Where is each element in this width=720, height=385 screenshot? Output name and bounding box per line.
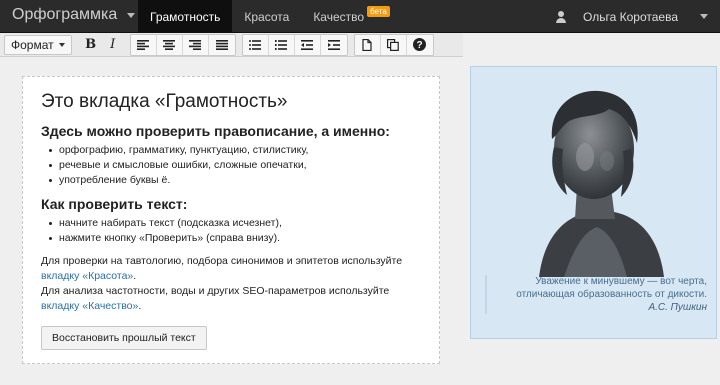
align-left-button[interactable]: [131, 34, 157, 55]
card-subtitle-check: Здесь можно проверить правописание, а им…: [41, 123, 390, 139]
chevron-down-icon: [58, 42, 65, 47]
restore-text-button[interactable]: Восстановить прошлый текст: [41, 326, 207, 350]
help-button[interactable]: ?: [407, 35, 433, 55]
brand-label: Орфограммка: [12, 6, 118, 23]
quality-tab-link[interactable]: вкладку «Качество»: [41, 300, 138, 312]
bold-button[interactable]: B: [80, 35, 102, 55]
tab-quality-label: Качество: [313, 9, 365, 24]
align-right-button[interactable]: [183, 34, 209, 55]
indent-icon: [327, 39, 340, 50]
tab-beauty-label: Красота: [244, 9, 290, 24]
top-navbar: Орфограммка Грамотность Красота Качество…: [0, 0, 720, 33]
beauty-text: Для проверки на тавтологию, подбора сино…: [41, 255, 403, 267]
user-icon: [555, 10, 567, 23]
copy-icon: [387, 38, 399, 51]
indent-button[interactable]: [321, 35, 347, 55]
card-subtitle-howto: Как проверить текст:: [41, 196, 188, 212]
outdent-icon: [301, 39, 314, 50]
chevron-down-icon: [127, 12, 136, 18]
help-icon: ?: [413, 38, 427, 51]
beta-badge: бета: [367, 6, 390, 17]
align-group: [129, 33, 236, 56]
list-group: [241, 33, 348, 56]
tab-literacy-label: Грамотность: [150, 9, 221, 24]
format-dropdown[interactable]: Формат: [4, 34, 72, 55]
beauty-tab-link[interactable]: вкладку «Красота»: [41, 270, 133, 282]
chevron-down-icon: [700, 14, 708, 19]
align-left-icon: [137, 39, 150, 50]
quote-author: А.С. Пушкин: [648, 302, 707, 313]
brand-menu[interactable]: Орфограммка: [12, 6, 136, 24]
editor-area[interactable]: Это вкладка «Грамотность» Здесь можно пр…: [0, 58, 463, 385]
quote-panel: Уважение к минувшему — вот черта, отлича…: [470, 66, 717, 339]
format-label: Формат: [11, 37, 54, 52]
quality-paragraph: Для анализа частотности, воды и других S…: [41, 285, 390, 312]
align-right-icon: [189, 39, 202, 50]
align-center-button[interactable]: [157, 34, 183, 55]
tab-literacy[interactable]: Грамотность: [138, 0, 233, 33]
quote-line-1: Уважение к минувшему — вот черта,: [535, 276, 707, 287]
tab-beauty[interactable]: Красота: [232, 0, 301, 33]
card-title: Это вкладка «Грамотность»: [41, 91, 288, 112]
editor-toolbar: Формат B I ?: [0, 33, 463, 57]
align-center-icon: [163, 39, 176, 50]
list-item: речевые и смысловые ошибки, сложные опеч…: [41, 158, 421, 173]
list-item: орфографию, грамматику, пунктуацию, стил…: [41, 143, 421, 158]
svg-text:?: ?: [417, 40, 423, 51]
copy-button[interactable]: [381, 34, 407, 55]
bullet-list-button[interactable]: [243, 34, 269, 55]
outdent-button[interactable]: [295, 34, 321, 55]
check-list: орфографию, грамматику, пунктуацию, стил…: [41, 143, 421, 188]
align-justify-icon: [215, 39, 228, 50]
document-group: ?: [353, 33, 434, 56]
tab-quality[interactable]: Качество бета: [301, 0, 401, 33]
beauty-paragraph: Для проверки на тавтологию, подбора сино…: [41, 255, 403, 282]
pushkin-bust-image: [539, 90, 664, 277]
file-icon: [362, 38, 372, 51]
new-document-button[interactable]: [355, 34, 381, 55]
italic-button[interactable]: I: [102, 35, 124, 55]
list-item: начните набирать текст (подсказка исчезн…: [41, 216, 421, 231]
numbered-list-button[interactable]: [269, 34, 295, 55]
user-menu[interactable]: Ольга Коротаева: [555, 0, 708, 33]
howto-list: начните набирать текст (подсказка исчезн…: [41, 216, 421, 246]
hint-card: Это вкладка «Грамотность» Здесь можно пр…: [22, 76, 440, 364]
bullet-list-icon: [249, 39, 262, 50]
quote-block: Уважение к минувшему — вот черта, отлича…: [485, 275, 707, 314]
align-justify-button[interactable]: [209, 35, 235, 55]
quality-text: Для анализа частотности, воды и других S…: [41, 285, 390, 297]
user-name: Ольга Коротаева: [583, 9, 678, 24]
list-item: нажмите кнопку «Проверить» (справа внизу…: [41, 231, 421, 246]
nav-tabs: Грамотность Красота Качество бета: [138, 0, 402, 33]
quote-line-2: отличающая образованность от дикости.: [516, 289, 707, 300]
list-item: употребление буквы ё.: [41, 173, 421, 188]
numbered-list-icon: [275, 39, 288, 50]
